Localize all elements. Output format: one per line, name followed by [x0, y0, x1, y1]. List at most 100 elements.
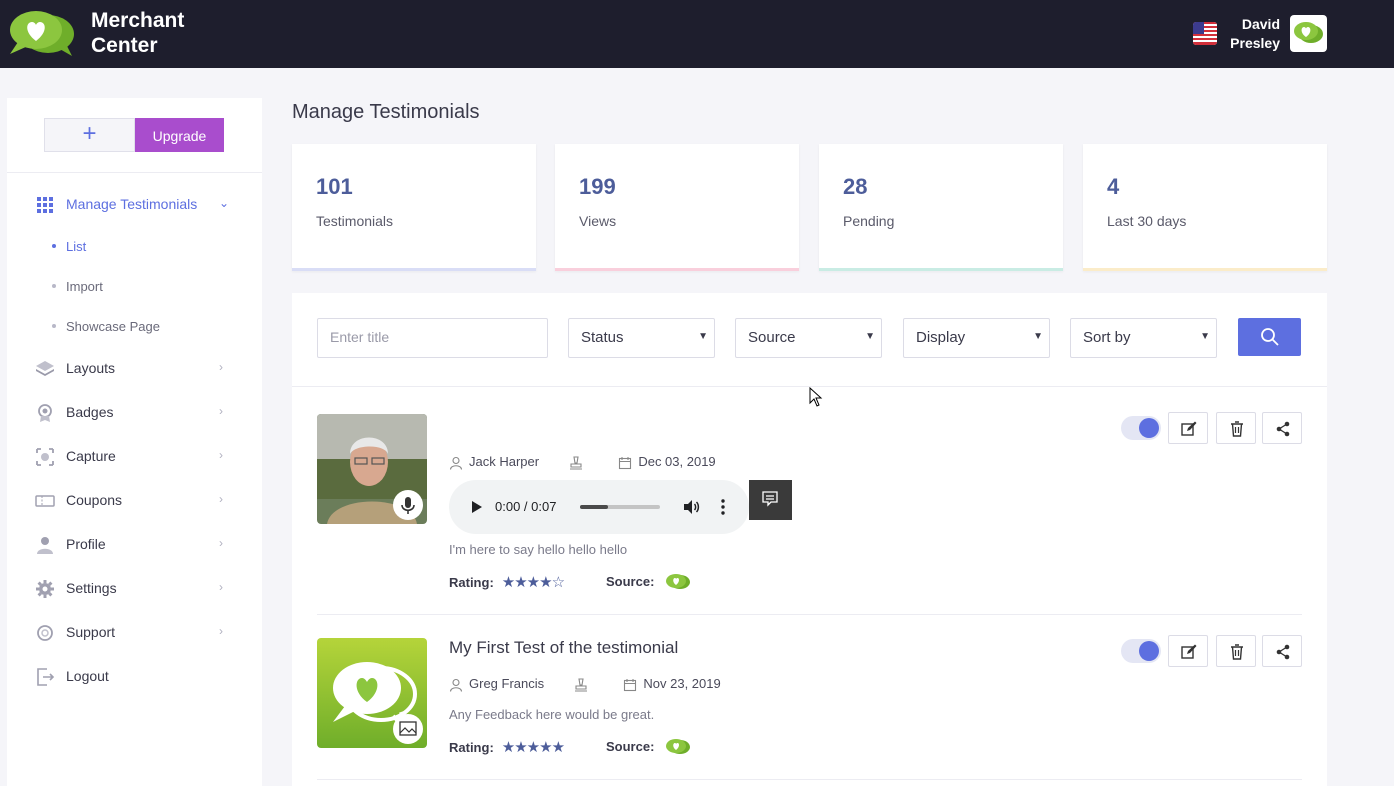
- stat-card-views: 199 Views: [555, 144, 799, 271]
- share-button[interactable]: [1262, 635, 1302, 667]
- sidebar-item-settings[interactable]: Settings ›: [7, 574, 262, 604]
- audio-player: 0:00 / 0:07: [449, 480, 749, 534]
- us-flag-icon[interactable]: [1193, 22, 1217, 45]
- volume-icon[interactable]: [682, 498, 700, 516]
- testimonial-title[interactable]: My First Test of the testimonial: [449, 638, 678, 658]
- sidebar-subitem-showcase[interactable]: Showcase Page: [7, 315, 262, 339]
- calendar-icon: [619, 456, 632, 469]
- sort-select[interactable]: Sort by ▼: [1070, 318, 1217, 358]
- support-icon: [37, 625, 53, 641]
- source-label: Source:: [606, 574, 655, 589]
- stat-accent-line: [819, 268, 1063, 271]
- audio-progress-bar[interactable]: [580, 505, 660, 509]
- capture-icon: [36, 448, 54, 466]
- chevron-right-icon: ›: [219, 404, 223, 418]
- testimonial-row: My First Test of the testimonial Greg Fr…: [317, 635, 1302, 780]
- gear-icon: [36, 580, 54, 598]
- merchant-logo-icon[interactable]: [6, 8, 78, 58]
- testimonial-feedback: Any Feedback here would be great.: [449, 707, 655, 722]
- user-avatar[interactable]: [1290, 15, 1327, 52]
- source-label: Source:: [606, 739, 655, 754]
- share-icon: [1276, 421, 1290, 437]
- share-button[interactable]: [1262, 412, 1302, 444]
- user-icon: [449, 678, 463, 692]
- testimonial-photo[interactable]: [317, 638, 427, 748]
- comment-icon: [762, 491, 778, 507]
- logout-icon: [37, 668, 55, 686]
- top-bar: Merchant Center David Presley: [0, 0, 1394, 68]
- stat-card-testimonials: 101 Testimonials: [292, 144, 536, 271]
- sidebar-subitem-list[interactable]: List: [7, 235, 262, 259]
- display-select[interactable]: Display ▼: [903, 318, 1050, 358]
- row-divider: [317, 779, 1302, 780]
- more-options-icon[interactable]: [721, 499, 725, 515]
- add-button[interactable]: +: [44, 118, 135, 152]
- author-name: Greg Francis: [469, 676, 545, 691]
- sidebar-item-capture[interactable]: Capture ›: [7, 442, 262, 472]
- trash-icon: [1231, 421, 1243, 437]
- play-icon[interactable]: [471, 501, 483, 513]
- testimonial-meta: Greg Francis Nov 23, 2019: [449, 676, 721, 692]
- page-title: Manage Testimonials: [292, 101, 480, 123]
- sidebar-item-layouts[interactable]: Layouts ›: [7, 354, 262, 384]
- bullet-icon: [52, 284, 56, 288]
- coupon-icon: [35, 495, 55, 507]
- avatar-logo-icon: [1294, 22, 1323, 43]
- badge-icon: [38, 404, 52, 422]
- transcript-button[interactable]: [749, 480, 792, 520]
- sidebar-item-logout[interactable]: Logout: [7, 662, 262, 692]
- search-button[interactable]: [1238, 318, 1301, 356]
- source-select[interactable]: Source ▼: [735, 318, 882, 358]
- sidebar-item-manage-testimonials[interactable]: Manage Testimonials ⌄: [7, 190, 262, 220]
- image-icon: [399, 721, 417, 736]
- testimonials-panel: Enter title Status ▼ Source ▼ Display ▼ …: [292, 293, 1327, 786]
- stamp-icon: [569, 456, 582, 470]
- trash-icon: [1231, 644, 1243, 660]
- audio-progress-fill: [580, 505, 608, 509]
- testimonial-photo[interactable]: [317, 414, 427, 524]
- publish-toggle[interactable]: [1121, 639, 1161, 663]
- mouse-cursor-icon: [809, 387, 823, 407]
- author-name: Jack Harper: [469, 454, 540, 469]
- sidebar-header: + Upgrade: [7, 98, 262, 173]
- testimonial-row: Jack Harper Dec 03, 2019 0:00 / 0:07 I'm…: [317, 412, 1302, 615]
- title-search-input[interactable]: Enter title: [317, 318, 548, 358]
- chevron-right-icon: ›: [219, 360, 223, 374]
- image-badge: [393, 714, 423, 744]
- grid-icon: [37, 197, 53, 213]
- sidebar-item-support[interactable]: Support ›: [7, 618, 262, 648]
- sidebar-subitem-import[interactable]: Import: [7, 275, 262, 299]
- row-divider: [317, 614, 1302, 615]
- brand-title: Merchant Center: [91, 9, 185, 57]
- testimonial-date: Dec 03, 2019: [638, 454, 716, 469]
- delete-button[interactable]: [1216, 412, 1256, 444]
- share-icon: [1276, 644, 1290, 660]
- stat-accent-line: [292, 268, 536, 271]
- status-select[interactable]: Status ▼: [568, 318, 715, 358]
- delete-button[interactable]: [1216, 635, 1256, 667]
- chevron-right-icon: ›: [219, 448, 223, 462]
- sidebar: + Upgrade Manage Testimonials ⌄ List Imp…: [7, 98, 262, 786]
- toggle-knob: [1139, 418, 1159, 438]
- source-logo-icon: [666, 574, 690, 589]
- edit-button[interactable]: [1168, 412, 1208, 444]
- rating-stars: ★★★★☆: [501, 574, 565, 591]
- sidebar-item-coupons[interactable]: Coupons ›: [7, 486, 262, 516]
- stamp-icon: [574, 678, 587, 692]
- bullet-icon: [52, 324, 56, 328]
- edit-button[interactable]: [1168, 635, 1208, 667]
- edit-icon: [1181, 421, 1197, 436]
- publish-toggle[interactable]: [1121, 416, 1161, 440]
- user-name[interactable]: David Presley: [1222, 15, 1280, 53]
- rating-row: Rating: ★★★★☆: [449, 574, 565, 591]
- upgrade-button[interactable]: Upgrade: [135, 118, 224, 152]
- chevron-right-icon: ›: [219, 624, 223, 638]
- caret-down-icon: ▼: [865, 331, 875, 342]
- caret-down-icon: ▼: [698, 331, 708, 342]
- sidebar-item-badges[interactable]: Badges ›: [7, 398, 262, 428]
- testimonial-date: Nov 23, 2019: [643, 676, 721, 691]
- audio-time: 0:00 / 0:07: [495, 499, 557, 514]
- sidebar-item-profile[interactable]: Profile ›: [7, 530, 262, 560]
- testimonial-meta: Jack Harper Dec 03, 2019: [449, 454, 716, 470]
- chevron-down-icon: ⌄: [219, 196, 230, 210]
